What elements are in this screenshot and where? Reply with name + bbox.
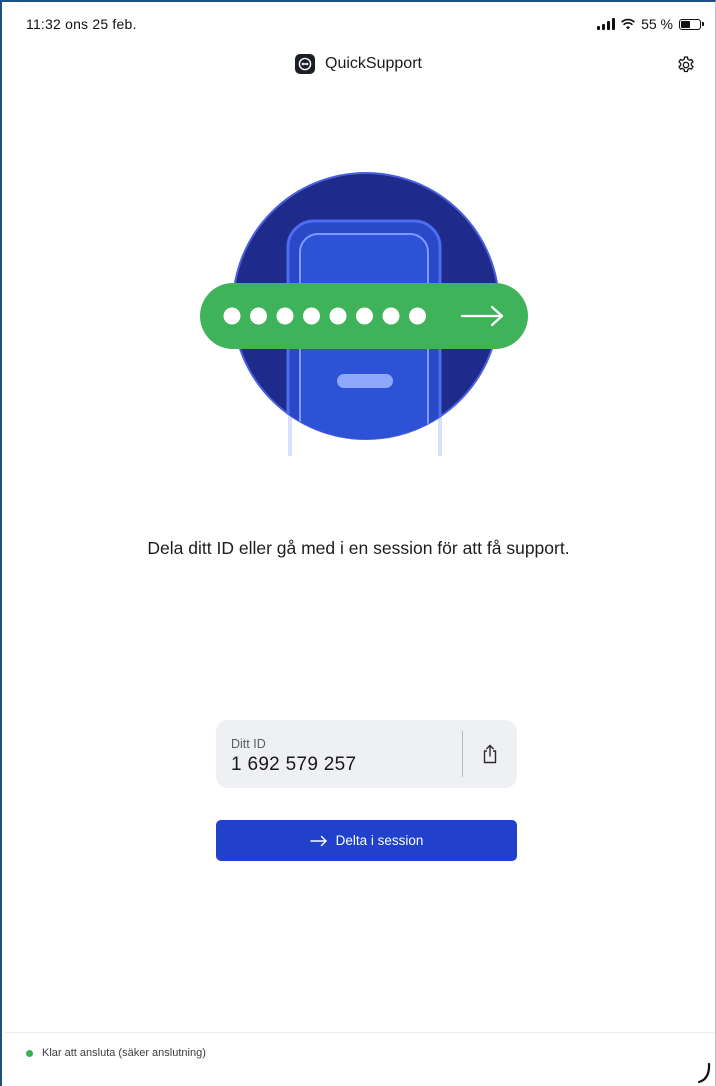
- app-title: QuickSupport: [325, 55, 422, 72]
- app-window: 11:32 ons 25 feb. 55 % QuickSupport Dela…: [0, 0, 716, 1086]
- teamviewer-logo-icon: [295, 54, 316, 74]
- id-label: Ditt ID: [231, 737, 266, 751]
- id-dot: [250, 307, 267, 325]
- status-bar: 11:32 ons 25 feb. 55 %: [16, 16, 704, 36]
- id-dot: [276, 307, 294, 325]
- cellular-signal-icon: [597, 18, 616, 30]
- footer-divider: [4, 1032, 715, 1033]
- id-dot: [356, 307, 373, 325]
- resize-handle-icon: [697, 1062, 711, 1084]
- gear-icon: [678, 56, 694, 73]
- status-time: 11:32 ons 25 feb.: [26, 16, 137, 32]
- app-header: QuickSupport: [2, 54, 715, 74]
- id-value[interactable]: 1 692 579 257: [231, 754, 356, 776]
- hero-illustration: [200, 172, 528, 456]
- share-button[interactable]: [474, 739, 506, 769]
- settings-button[interactable]: [673, 52, 699, 78]
- id-card: Ditt ID 1 692 579 257: [216, 720, 517, 788]
- id-dot: [303, 307, 320, 325]
- connection-status-text: Klar att ansluta (säker anslutning): [42, 1047, 206, 1059]
- battery-percent: 55 %: [641, 16, 673, 32]
- page-description: Dela ditt ID eller gå med i en session f…: [147, 538, 570, 558]
- status-indicators: 55 %: [597, 16, 704, 32]
- join-session-button[interactable]: Delta i session: [216, 820, 517, 861]
- phone-home-bar: [337, 374, 393, 388]
- divider: [462, 731, 463, 777]
- wifi-icon: [621, 18, 636, 30]
- share-icon: [483, 744, 497, 764]
- join-session-label: Delta i session: [335, 833, 424, 848]
- arrow-right-icon: [309, 835, 327, 846]
- battery-fill: [681, 20, 691, 28]
- id-dot: [382, 307, 400, 325]
- status-dot-icon: [26, 1049, 33, 1057]
- id-dot: [409, 307, 426, 325]
- id-dot: [329, 307, 347, 325]
- battery-icon: [679, 18, 704, 30]
- id-dot: [223, 307, 241, 325]
- connection-status: Klar att ansluta (säker anslutning): [26, 1047, 206, 1059]
